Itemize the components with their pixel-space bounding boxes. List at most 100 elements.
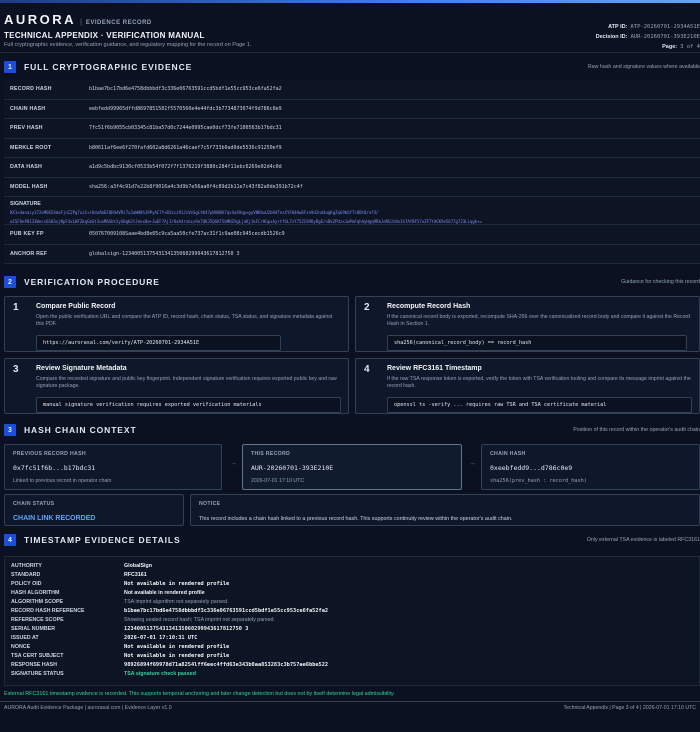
timestamp-row: RECORD HASH REFERENCE b1bae7bc17bd6e4758d… [11, 606, 699, 615]
chain-status-value: CHAIN LINK RECORDED [13, 515, 96, 522]
footer-left: AURORA Audit Evidence Package | aurorasa… [4, 705, 172, 711]
timestamp-key: ALGORITHM SCOPE [11, 598, 64, 605]
this-record-box: THIS RECORD AUR-20260701-393E210E 2026-0… [242, 444, 462, 490]
timestamp-value: 98926894f69978d71a8254lff6eec4ffd63e343b… [124, 661, 329, 668]
evidence-key: MERKLE ROOT [10, 144, 52, 151]
evidence-value: b1bae7bc17bd6e4758dbbbdf3c336e06763591cc… [89, 86, 282, 93]
procedure-card-2: 2 Recompute Record Hash If the canonical… [355, 296, 700, 352]
procedure-step-title: Review RFC3161 Timestamp [387, 365, 482, 372]
procedure-step-description: If the raw TSA response token is exporte… [387, 376, 691, 389]
notice-text: This record includes a chain hash linked… [199, 516, 513, 522]
external-evidence-note: External RFC3161 timestamp evidence is r… [4, 691, 395, 697]
chain-status-label: CHAIN STATUS [13, 501, 55, 507]
evidence-row: MODEL HASH sha256:a3f4c91d7e22b8f9016a4c3… [4, 177, 700, 197]
evidence-key: RECORD HASH [10, 86, 52, 93]
previous-record-hash: 0x7fc51f6b...b17bdc31 [13, 464, 96, 472]
section-4-title: TIMESTAMP EVIDENCE DETAILS [24, 535, 181, 545]
timestamp-row: SIGNATURE STATUS TSA signature check pass… [11, 669, 699, 678]
evidence-key: DATA HASH [10, 164, 43, 171]
evidence-row: RECORD HASH b1bae7bc17bd6e4758dbbbdf3c336… [4, 80, 700, 100]
section-1-header: 1 FULL CRYPTOGRAPHIC EVIDENCE Raw hash a… [4, 60, 700, 74]
procedure-step-number: 4 [364, 364, 370, 375]
procedure-step-description: Open the public verification URL and com… [36, 314, 333, 327]
timestamp-value: 2026-07-01 17:10:31 UTC [124, 634, 198, 641]
timestamp-row: POLICY OID Not available in rendered prof… [11, 579, 699, 588]
evidence-key: PREV HASH [10, 125, 43, 132]
timestamp-key: POLICY OID [11, 580, 42, 587]
timestamp-key: NONCE [11, 643, 31, 650]
timestamp-key: SIGNATURE STATUS [11, 670, 64, 677]
chain-status-box: CHAIN STATUS CHAIN LINK RECORDED [4, 494, 184, 526]
verification-url[interactable]: https://aurorasal.com/verify/ATP-2026070… [36, 335, 281, 351]
anchor-ref-value: globalsign-12340051375431341350602999436… [89, 250, 240, 257]
decision-id-value: AUR-20260701-393E210E [630, 34, 700, 40]
procedure-step-description: Compare the recorded signature and publi… [36, 376, 337, 389]
evidence-value: eebfedd99965dffd8697851581f5570560e4e44f… [89, 105, 282, 112]
timestamp-key: REFERENCE SCOPE [11, 616, 64, 623]
timestamp-key: ISSUED AT [11, 634, 39, 641]
notice-label: NOTICE [199, 501, 221, 507]
chain-arrow-icon: → [230, 460, 237, 467]
section-4-note: Only external TSA evidence is labeled RF… [586, 537, 700, 543]
evidence-key: MODEL HASH [10, 183, 48, 190]
chain-hash-box: CHAIN HASH 0xeebfedd9...d786c0e9 sha256(… [481, 444, 700, 490]
timestamp-key: TSA CERT SUBJECT [11, 652, 64, 659]
evidence-row: PREV HASH 7fc51f6b9055cb03345c81ba57d0c72… [4, 119, 700, 139]
this-record-label: THIS RECORD [251, 451, 291, 457]
timestamp-row: SERIAL NUMBER 123400513754313413506029994… [11, 624, 699, 633]
footer-right: Technical Appendix | Page 3 of 4 | 2026-… [563, 705, 696, 711]
timestamp-row: RESPONSE HASH 98926894f69978d71a8254lff6e… [11, 660, 699, 669]
previous-record-label: PREVIOUS RECORD HASH [13, 451, 86, 457]
signature-row: SIGNATURE RX1+4anaiy372eM6654daFjnI2Pg7u… [4, 197, 700, 225]
pub-key-fp-key: PUB KEY FP [10, 231, 44, 238]
section-4-number: 4 [4, 534, 16, 546]
document-meta: ATP ID: ATP-20260701-2934A51E Decision ID… [550, 22, 700, 52]
section-1-note: Raw hash and signature values where avai… [587, 64, 700, 70]
procedure-step-code: sha256(canonical_record_body) == record_… [387, 335, 687, 351]
timestamp-value: TSA signature check passed [124, 670, 196, 677]
evidence-row: PUB KEY FP 050767009108Saae4bd8e05c9ca5aa… [4, 225, 700, 245]
section-3-header: 3 HASH CHAIN CONTEXT Position of this re… [4, 423, 700, 437]
evidence-value: sha256:a3f4c91d7e22b8f9016a4c3d9b7e56aa0… [89, 183, 303, 190]
signature-line-1: RX1+4anaiy372eM6654daFjnI2Pg7uz1+iKduAbE… [10, 210, 379, 215]
timestamp-key: AUTHORITY [11, 562, 42, 569]
procedure-step-title: Recompute Record Hash [387, 303, 471, 310]
timestamp-row: HASH ALGORITHM Not available in rendered … [11, 588, 699, 597]
atp-id-label: ATP ID: [608, 24, 628, 30]
timestamp-value: Not available in rendered profile [124, 580, 230, 587]
timestamp-value: Not available in rendered profile [124, 643, 230, 650]
timestamp-key: STANDARD [11, 571, 41, 578]
procedure-step-number: 2 [364, 302, 370, 313]
procedure-step-title: Review Signature Metadata [36, 365, 127, 372]
evidence-row: CHAIN HASH eebfedd99965dffd8697851581f557… [4, 99, 700, 119]
timestamp-value: Not available in rendered profile [124, 589, 205, 596]
timestamp-value: GlobalSign [124, 562, 152, 569]
section-2-title: VERIFICATION PROCEDURE [24, 277, 160, 287]
procedure-step-description: If the canonical record body is exported… [387, 314, 691, 327]
evidence-row: DATA HASH a1d9c5bdbc9130cf0533b54f072f7f1… [4, 158, 700, 178]
timestamp-row: AUTHORITY GlobalSign [11, 561, 699, 570]
section-2-header: 2 VERIFICATION PROCEDURE Guidance for ch… [4, 275, 700, 289]
evidence-value: 7fc51f6b9055cb03345c81ba57d0c7244e0995ca… [89, 125, 282, 132]
evidence-value: a1d9c5bdbc9130cf0533b54f072f7f1376219f38… [89, 164, 282, 171]
page-value: 3 of 4 [680, 44, 700, 50]
page-header: AURORA | EVIDENCE RECORD TECHNICAL APPEN… [0, 3, 700, 53]
timestamp-row: NONCE Not available in rendered profile [11, 642, 699, 651]
timestamp-row: STANDARD RFC3161 [11, 570, 699, 579]
timestamp-value: Showing sealed record hash; TSA imprint … [124, 616, 275, 623]
timestamp-row: REFERENCE SCOPE Showing sealed record has… [11, 615, 699, 624]
atp-id-value: ATP-20260701-2934A51E [630, 24, 700, 30]
this-record-id: AUR-20260701-393E210E [251, 464, 334, 472]
section-2-note: Guidance for checking this record [621, 279, 700, 285]
notice-box: NOTICE This record includes a chain hash… [190, 494, 700, 526]
procedure-card-3: 3 Review Signature Metadata Compare the … [4, 358, 349, 414]
section-3-title: HASH CHAIN CONTEXT [24, 425, 137, 435]
timestamp-value: TSA imprint algorithm not separately par… [124, 598, 229, 605]
evidence-value: b80611af6ee6f270fafd602a8d6261a46caef7c5… [89, 144, 282, 151]
decision-id-label: Decision ID: [595, 34, 628, 40]
timestamp-value: Not available in rendered profile [124, 652, 230, 659]
brand-tag: EVIDENCE RECORD [85, 20, 152, 26]
section-2-number: 2 [4, 276, 16, 288]
previous-record-sub: Linked to previous record in operator ch… [13, 478, 112, 484]
chain-hash-formula: sha256(prev_hash : record_hash) [490, 478, 587, 484]
